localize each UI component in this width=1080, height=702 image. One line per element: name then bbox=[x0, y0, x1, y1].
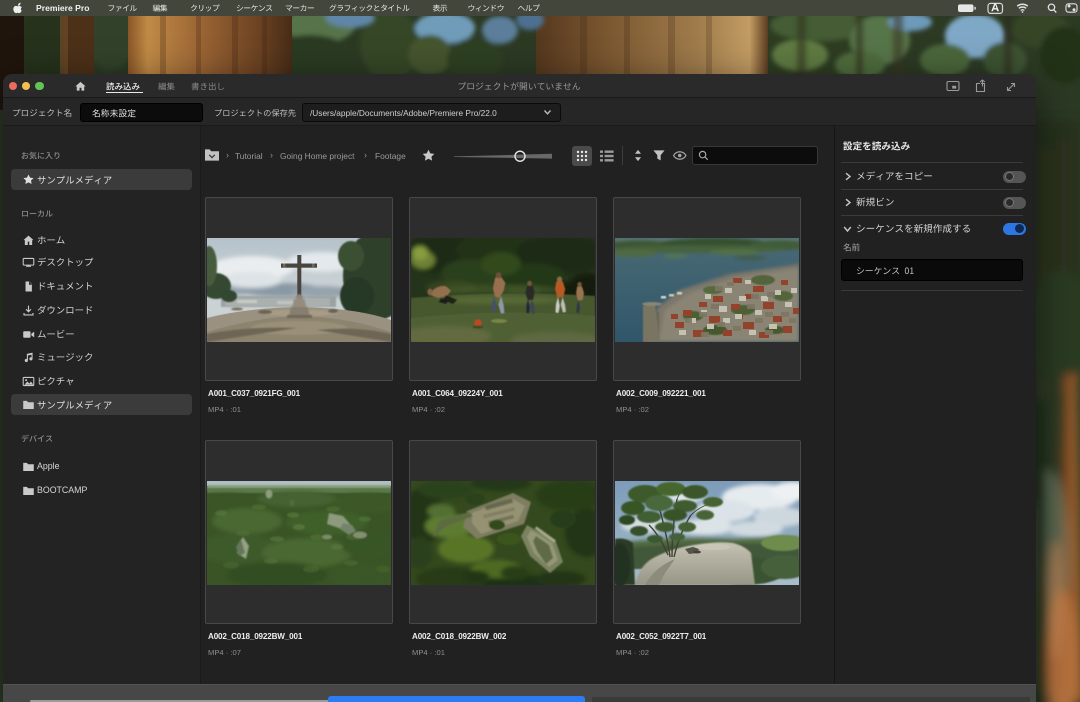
svg-text:Premiere Pro: Premiere Pro bbox=[36, 3, 90, 13]
